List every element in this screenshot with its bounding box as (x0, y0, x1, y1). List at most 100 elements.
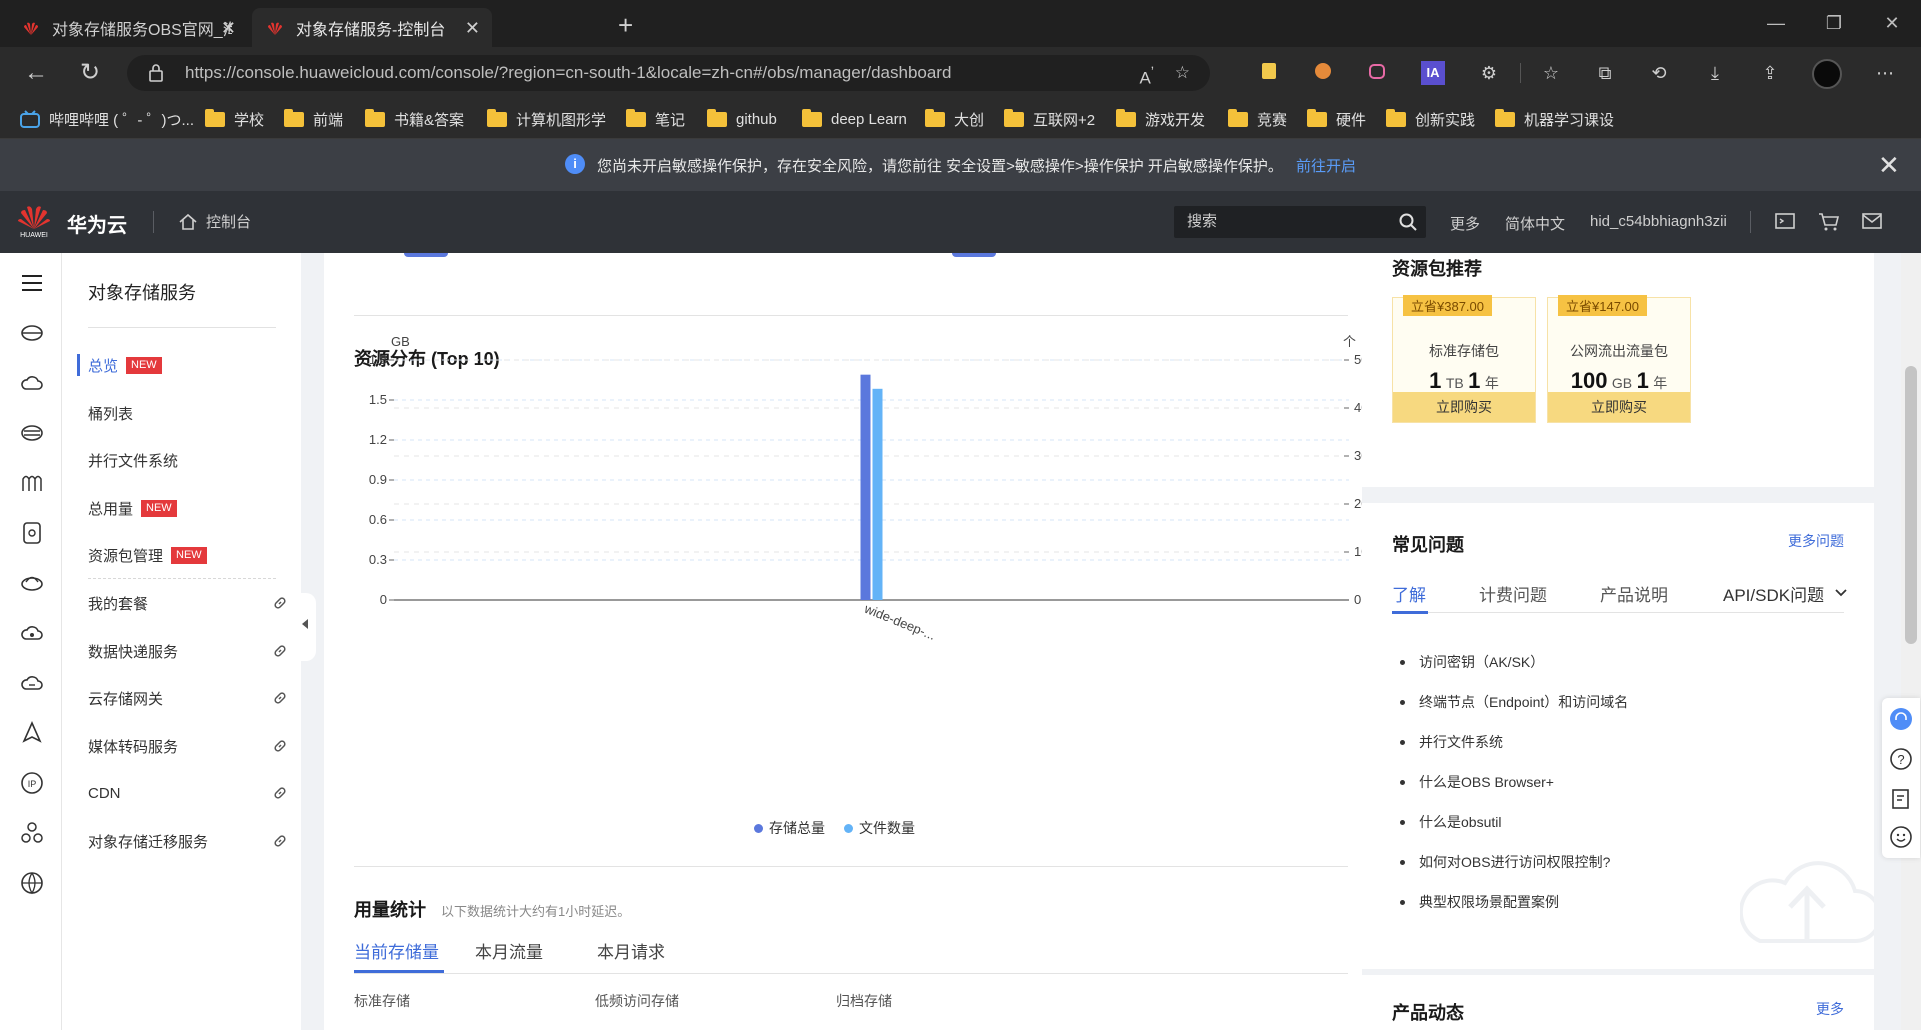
server-cluster-icon[interactable] (20, 471, 44, 495)
bookmark-folder[interactable]: 机器学习课设 (1495, 107, 1614, 131)
user-account-link[interactable]: hid_c54bbhiagnh3zii (1590, 213, 1727, 230)
smiley-feedback-icon[interactable] (1889, 825, 1913, 849)
faq-item[interactable]: 终端节点（Endpoint）和访问域名 (1400, 692, 1628, 712)
language-link[interactable]: 简体中文 (1505, 213, 1565, 234)
faq-tab-product[interactable]: 产品说明 (1600, 581, 1668, 606)
legend-file-count[interactable]: 文件数量 (844, 818, 915, 838)
more-news-link[interactable]: 更多 (1816, 999, 1844, 1019)
bookmark-folder[interactable]: 互联网+2 (1004, 107, 1095, 131)
nav-item-cdn[interactable]: CDN (88, 781, 288, 805)
feedback-edit-icon[interactable] (1889, 787, 1913, 811)
storage-drive-icon[interactable] (20, 321, 44, 345)
tab-monthly-traffic[interactable]: 本月流量 (475, 938, 543, 963)
more-options-icon[interactable]: ⋯ (1873, 61, 1897, 85)
globe-icon[interactable] (20, 871, 44, 895)
cart-icon[interactable] (1818, 212, 1840, 232)
collapse-sidebar-button[interactable] (296, 593, 316, 661)
tab-monthly-requests[interactable]: 本月请求 (597, 938, 665, 963)
nav-item-parallel-file-system[interactable]: 并行文件系统 (88, 448, 288, 472)
faq-item[interactable]: 典型权限场景配置案例 (1400, 892, 1559, 912)
buy-now-button[interactable]: 立即购买 (1548, 392, 1690, 422)
cloud-shell-icon[interactable] (1775, 212, 1795, 230)
bookmark-folder[interactable]: 竞赛 (1228, 107, 1287, 131)
more-link[interactable]: 更多 (1450, 213, 1480, 234)
nav-item-migration-service[interactable]: 对象存储迁移服务 (88, 829, 288, 853)
ip-address-icon[interactable]: IP (20, 771, 44, 795)
nav-item-storage-gateway[interactable]: 云存储网关 (88, 686, 288, 710)
bookmark-folder[interactable]: 前端 (284, 107, 343, 131)
container-icon[interactable] (20, 521, 44, 545)
bookmark-folder[interactable]: deep Learn (802, 107, 907, 131)
brand-name[interactable]: 华为云 (67, 209, 127, 238)
profile-avatar[interactable] (1812, 59, 1842, 89)
faq-item[interactable]: 什么是obsutil (1400, 812, 1501, 832)
faq-item[interactable]: 并行文件系统 (1400, 732, 1503, 752)
more-questions-link[interactable]: 更多问题 (1788, 531, 1844, 551)
search-input[interactable]: 搜索 (1174, 206, 1426, 238)
network-cloud-icon[interactable] (20, 571, 44, 595)
buy-now-button[interactable]: 立即购买 (1393, 392, 1535, 422)
enable-protection-link[interactable]: 前往开启 (1296, 155, 1356, 176)
bookmark-folder[interactable]: 学校 (205, 107, 264, 131)
nav-item-bucket-list[interactable]: 桶列表 (88, 401, 288, 425)
favorites-icon[interactable]: ☆ (1539, 61, 1563, 85)
bookmark-folder[interactable]: 笔记 (626, 107, 685, 131)
faq-item[interactable]: 什么是OBS Browser+ (1400, 772, 1554, 792)
cloud-sync-icon[interactable] (20, 671, 44, 695)
url-field[interactable]: https://console.huaweicloud.com/console/… (127, 55, 1210, 91)
collections-icon[interactable]: ⧉ (1593, 61, 1617, 85)
nav-item-total-usage[interactable]: 总用量 NEW (88, 496, 288, 520)
search-icon[interactable] (1398, 212, 1418, 232)
faq-item[interactable]: 如何对OBS进行访问权限控制? (1400, 852, 1610, 872)
bookmark-folder[interactable]: 大创 (925, 107, 984, 131)
tampermonkey-extension-icon[interactable] (1313, 61, 1337, 85)
faq-tab-api-sdk[interactable]: API/SDK问题 (1723, 581, 1831, 606)
help-question-icon[interactable]: ? (1889, 747, 1913, 771)
minimize-icon[interactable]: — (1747, 0, 1805, 47)
restore-icon[interactable]: ❐ (1805, 0, 1863, 47)
share-icon[interactable]: ⇪ (1758, 61, 1782, 85)
package-public-traffic[interactable]: 立省¥147.00 公网流出流量包 100 GB 1 年 立即购买 (1547, 295, 1691, 423)
nav-item-my-plans[interactable]: 我的套餐 (88, 591, 288, 615)
nav-item-data-express[interactable]: 数据快递服务 (88, 639, 288, 663)
bookmark-folder[interactable]: 计算机图形学 (487, 107, 606, 131)
distributed-icon[interactable] (20, 821, 44, 845)
faq-item[interactable]: 访问密钥（AK/SK） (1400, 652, 1544, 672)
bookmark-folder[interactable]: 游戏开发 (1116, 107, 1205, 131)
browser-tab-obs-site[interactable]: 对象存储服务OBS官网_海量安全 ✕ (8, 8, 248, 47)
new-tab-button[interactable]: + (618, 10, 633, 41)
page-scrollbar[interactable] (1901, 253, 1921, 1030)
nav-item-media-transcoding[interactable]: 媒体转码服务 (88, 734, 288, 758)
faq-tab-learn[interactable]: 了解 (1392, 581, 1426, 606)
package-standard-storage[interactable]: 立省¥387.00 标准存储包 1 TB 1 年 立即购买 (1392, 295, 1536, 423)
scrollbar-thumb[interactable] (1905, 366, 1917, 644)
console-home-link[interactable]: 控制台 (178, 211, 251, 232)
favorite-star-icon[interactable]: ☆ (1175, 55, 1190, 91)
huawei-logo[interactable]: HUAWEI (16, 201, 52, 243)
close-window-icon[interactable]: ✕ (1863, 0, 1921, 47)
back-arrow-icon[interactable]: ← (22, 59, 50, 87)
database-icon[interactable] (20, 421, 44, 445)
cat-extension-icon[interactable] (1367, 61, 1391, 85)
customer-service-icon[interactable] (1889, 707, 1913, 731)
nav-item-resource-packages[interactable]: 资源包管理 NEW (88, 543, 288, 567)
cloud-icon[interactable] (20, 371, 44, 395)
bookmark-folder[interactable]: 书籍&答案 (365, 107, 464, 131)
ia-extension-icon[interactable]: IA (1421, 61, 1445, 85)
history-icon[interactable]: ⟲ (1647, 61, 1671, 85)
browser-tab-console[interactable]: 对象存储服务-控制台 ✕ (252, 8, 492, 47)
read-aloud-icon[interactable]: Aʼ (1140, 55, 1155, 97)
bookmark-bilibili[interactable]: 哔哩哔哩 ( ゜- ゜)つ... (20, 107, 194, 131)
nav-item-overview[interactable]: 总览 NEW (88, 353, 288, 377)
security-shield-icon[interactable] (20, 721, 44, 745)
bookmark-folder[interactable]: 硬件 (1307, 107, 1366, 131)
download-icon[interactable]: ⤓ (1703, 61, 1727, 85)
close-notice-icon[interactable]: ✕ (1878, 150, 1900, 181)
hamburger-menu-icon[interactable] (20, 271, 44, 295)
notes-extension-icon[interactable] (1259, 61, 1283, 85)
refresh-icon[interactable]: ↻ (76, 59, 104, 87)
close-tab-icon[interactable]: ✕ (465, 18, 480, 39)
legend-storage[interactable]: 存储总量 (754, 818, 825, 838)
bookmark-folder[interactable]: github (707, 107, 777, 131)
extensions-puzzle-icon[interactable]: ⚙ (1477, 61, 1501, 85)
